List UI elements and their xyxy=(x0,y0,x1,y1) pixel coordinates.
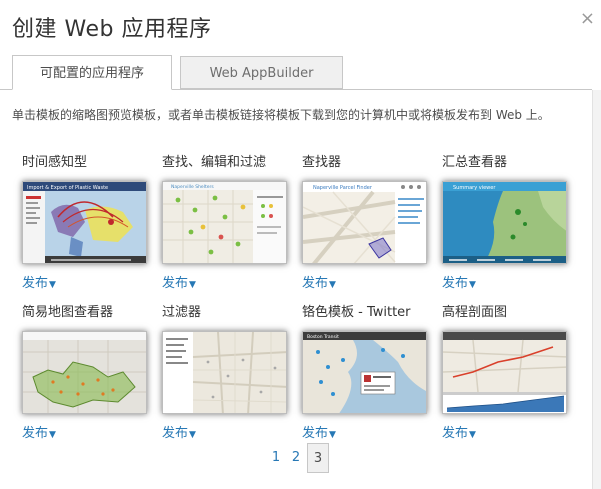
create-web-app-dialog: 创建 Web 应用程序 × 可配置的应用程序 Web AppBuilder 单击… xyxy=(0,0,601,489)
summary-viewer-thumbnail[interactable]: Summary viewer xyxy=(442,181,567,264)
template-name: 高程剖面图 xyxy=(442,305,508,320)
chevron-down-icon: ▼ xyxy=(49,430,56,440)
page-2-link[interactable]: 2 xyxy=(286,443,306,473)
template-name: 查找器 xyxy=(302,155,342,170)
filter-thumbnail[interactable] xyxy=(162,331,287,414)
thumb-title: Summary viewer xyxy=(453,185,496,191)
chevron-down-icon: ▼ xyxy=(329,280,336,290)
template-name: 铬色模板 - Twitter xyxy=(302,305,411,320)
publish-link[interactable]: 发布▼ xyxy=(162,272,196,291)
tab-bar: 可配置的应用程序 Web AppBuilder xyxy=(0,55,601,90)
chevron-down-icon: ▼ xyxy=(469,430,476,440)
find-edit-filter-thumbnail[interactable]: Naperville Shelters xyxy=(162,181,287,264)
time-aware-thumbnail[interactable]: Import & Export of Plastic Waste xyxy=(22,181,147,264)
template-name: 时间感知型 xyxy=(22,155,88,170)
basic-viewer-thumbnail[interactable] xyxy=(22,331,147,414)
instructions-text: 单击模板的缩略图预览模板，或者单击模板链接将模板下载到您的计算机中或将模板发布到… xyxy=(12,108,550,122)
chrome-twitter-thumbnail[interactable]: Boston Transit xyxy=(302,331,427,414)
publish-link[interactable]: 发布▼ xyxy=(22,272,56,291)
publish-link[interactable]: 发布▼ xyxy=(442,272,476,291)
template-name: 简易地图查看器 xyxy=(22,305,114,320)
publish-link[interactable]: 发布▼ xyxy=(22,422,56,441)
thumb-title: Naperville Shelters xyxy=(171,184,214,190)
scrollbar[interactable] xyxy=(592,90,601,489)
chevron-down-icon: ▼ xyxy=(329,430,336,440)
tab-web-appbuilder[interactable]: Web AppBuilder xyxy=(180,56,343,89)
elevation-profile-thumbnail[interactable] xyxy=(442,331,567,414)
chevron-down-icon: ▼ xyxy=(189,430,196,440)
dialog-title: 创建 Web 应用程序 xyxy=(12,17,212,42)
thumb-title: Import & Export of Plastic Waste xyxy=(27,185,108,191)
tab-configurable-apps[interactable]: 可配置的应用程序 xyxy=(12,55,172,90)
thumb-title: Boston Transit xyxy=(307,334,339,340)
template-name: 过滤器 xyxy=(162,305,202,320)
publish-link[interactable]: 发布▼ xyxy=(302,272,336,291)
thumb-title: Naperville Parcel Finder xyxy=(313,185,373,191)
publish-link[interactable]: 发布▼ xyxy=(162,422,196,441)
publish-link[interactable]: 发布▼ xyxy=(442,422,476,441)
page-3-current: 3 xyxy=(307,443,329,473)
chevron-down-icon: ▼ xyxy=(49,280,56,290)
publish-link[interactable]: 发布▼ xyxy=(302,422,336,441)
finder-thumbnail[interactable]: Naperville Parcel Finder xyxy=(302,181,427,264)
page-1-link[interactable]: 1 xyxy=(266,443,286,473)
close-icon[interactable]: × xyxy=(580,9,595,29)
chevron-down-icon: ▼ xyxy=(469,280,476,290)
template-name: 汇总查看器 xyxy=(442,155,508,170)
chevron-down-icon: ▼ xyxy=(189,280,196,290)
template-name: 查找、编辑和过滤 xyxy=(162,155,267,170)
